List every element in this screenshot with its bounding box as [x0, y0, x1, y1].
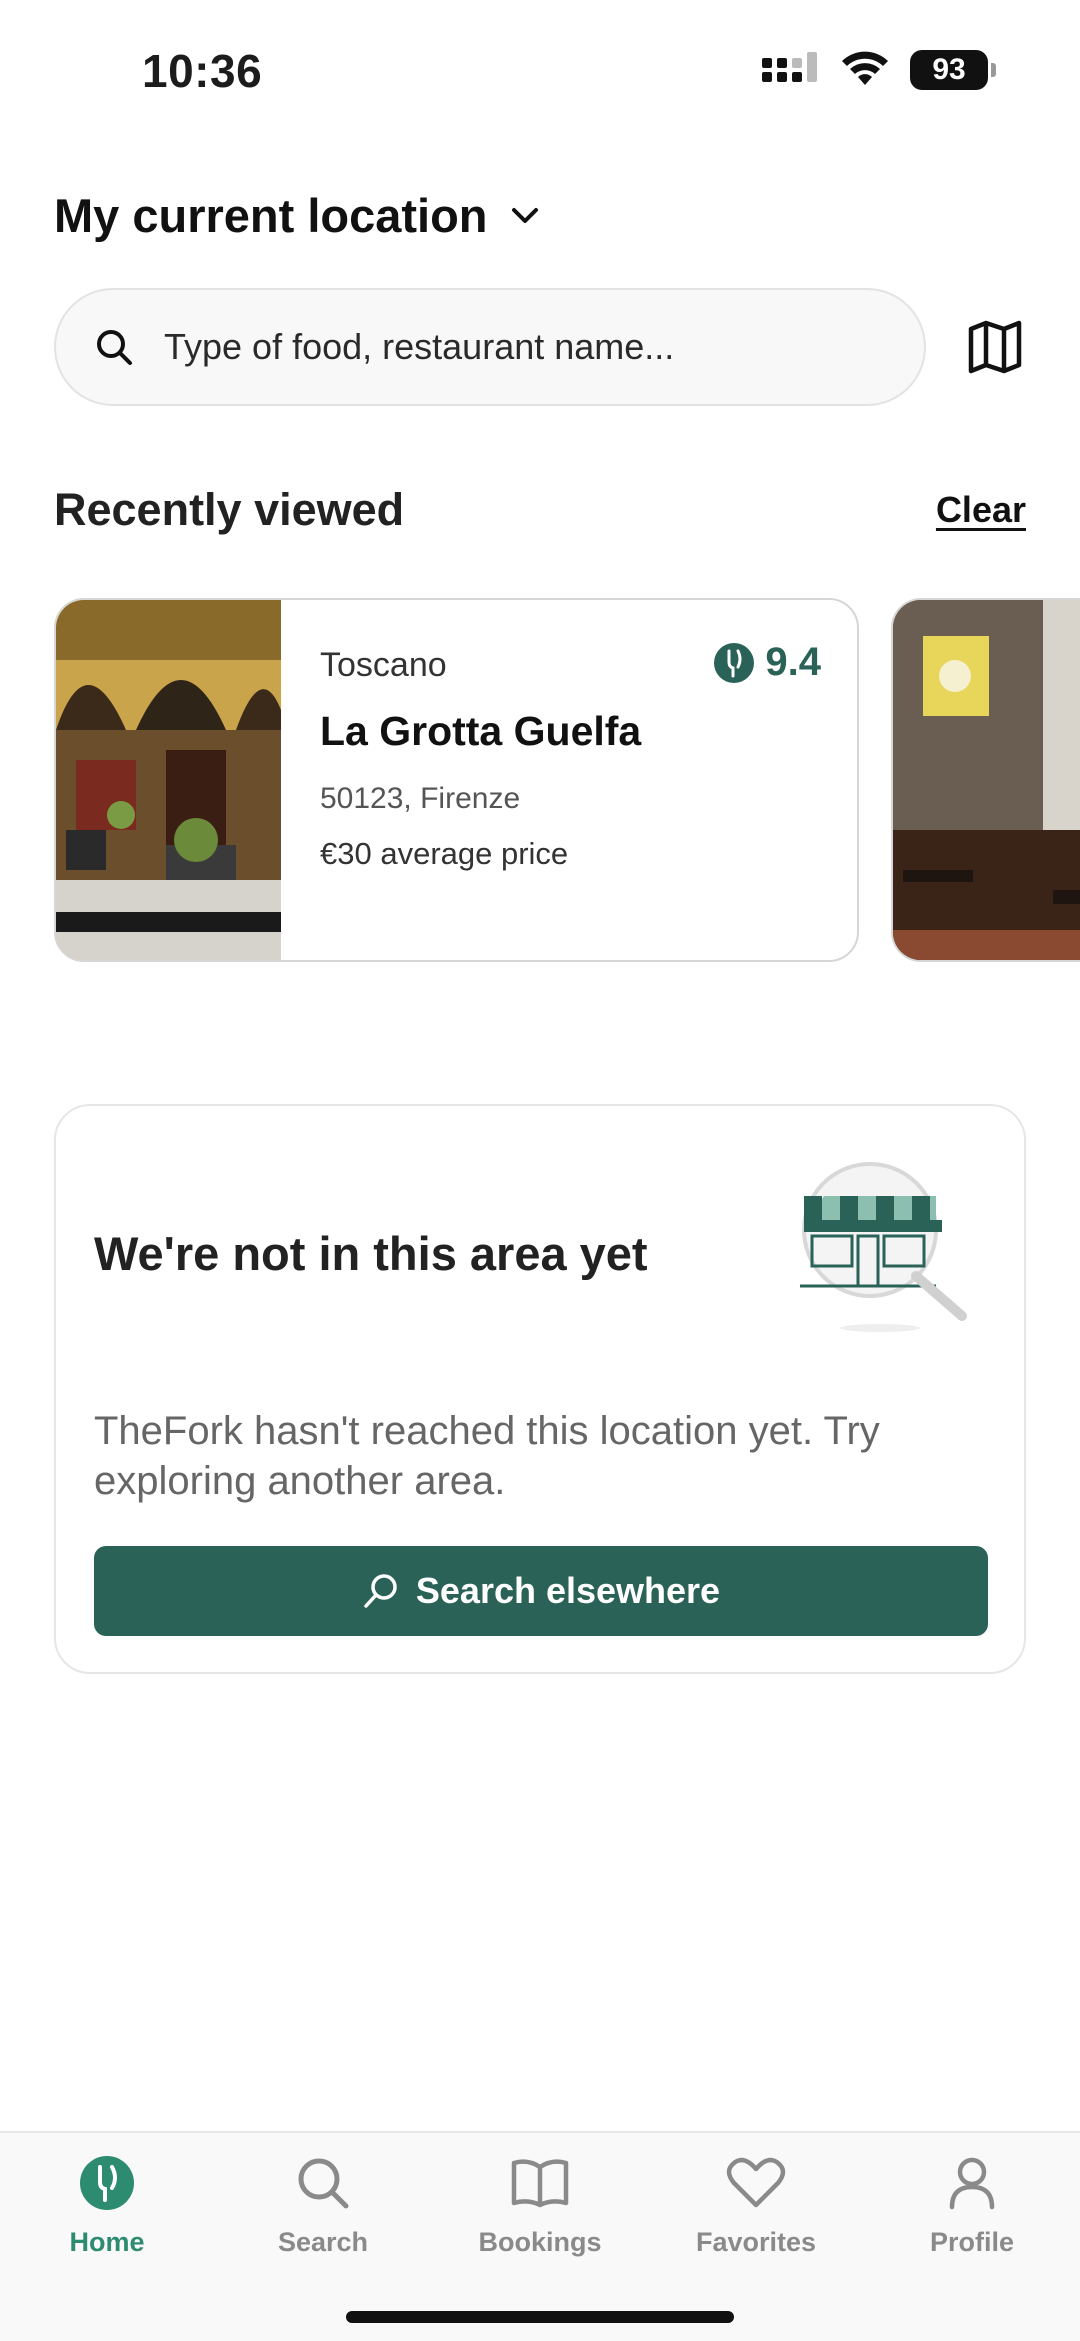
nav-item-favorites[interactable]: Favorites [656, 2153, 856, 2258]
clear-button[interactable]: Clear [936, 489, 1026, 531]
search-icon [97, 330, 132, 365]
cellular-signal-icon [762, 52, 817, 82]
wifi-icon [842, 51, 888, 85]
search-icon [298, 2158, 349, 2209]
nav-label-bookings: Bookings [478, 2227, 602, 2257]
status-time: 10:36 [142, 45, 263, 97]
nav-item-search[interactable]: Search [223, 2153, 423, 2258]
restaurant-cuisine: Toscano [320, 646, 447, 684]
nav-item-bookings[interactable]: Bookings [440, 2153, 640, 2258]
map-button[interactable] [964, 316, 1026, 378]
person-icon [949, 2157, 995, 2210]
not-in-area-card: We're not in this area yet TheFork hasn'… [54, 1104, 1026, 1674]
restaurant-address: 50123, Firenze [320, 782, 521, 815]
search-placeholder: Type of food, restaurant name... [164, 326, 675, 367]
bottom-nav: Home Search Bookings Favorites Profile [0, 2131, 1080, 2341]
fork-logo-icon [80, 2156, 134, 2210]
nav-label-profile: Profile [929, 2227, 1015, 2257]
restaurant-photo [56, 600, 281, 960]
restaurant-card-body: Toscano 9.4 La Grotta Guelfa 50123, Fire… [320, 600, 821, 960]
battery-indicator: 93 [910, 50, 996, 90]
restaurant-card-next[interactable] [891, 598, 1080, 962]
restaurant-card[interactable]: Toscano 9.4 La Grotta Guelfa 50123, Fire… [54, 598, 859, 962]
search-input[interactable]: Type of food, restaurant name... [54, 288, 926, 406]
search-row: Type of food, restaurant name... [54, 288, 1026, 406]
nav-label-favorites: Favorites [695, 2227, 817, 2257]
fork-rating-icon [714, 642, 755, 683]
book-icon [511, 2159, 569, 2208]
search-elsewhere-button[interactable]: Search elsewhere [94, 1546, 988, 1636]
storefront-magnifier-icon [800, 1162, 967, 1332]
not-in-area-title: We're not in this area yet [94, 1227, 648, 1280]
status-icons: 93 [762, 50, 996, 90]
search-icon [364, 1574, 397, 1608]
restaurant-rating: 9.4 [713, 640, 821, 685]
nav-item-home[interactable]: Home [7, 2153, 207, 2258]
restaurant-name: La Grotta Guelfa [320, 708, 642, 754]
nav-label-home: Home [69, 2227, 145, 2257]
location-selector[interactable]: My current location [54, 188, 540, 243]
location-title: My current location [54, 189, 488, 242]
not-in-area-description: TheFork hasn't reached this location yet… [94, 1409, 880, 1503]
restaurant-photo-next [893, 600, 1080, 960]
heart-icon [726, 2157, 786, 2208]
map-icon [968, 320, 1022, 374]
restaurant-price: €30 average price [320, 836, 569, 871]
nav-label-search: Search [277, 2227, 369, 2257]
section-title: Recently viewed [54, 484, 405, 535]
recently-viewed-header: Recently viewed Clear [54, 484, 1026, 536]
rating-value: 9.4 [765, 640, 821, 684]
status-bar: 10:36 93 [0, 0, 1080, 140]
recently-viewed-carousel[interactable]: Toscano 9.4 La Grotta Guelfa 50123, Fire… [0, 598, 1080, 964]
home-indicator[interactable] [346, 2311, 734, 2323]
chevron-down-icon [511, 207, 538, 223]
nav-item-profile[interactable]: Profile [872, 2153, 1072, 2258]
search-elsewhere-label: Search elsewhere [415, 1570, 721, 1611]
